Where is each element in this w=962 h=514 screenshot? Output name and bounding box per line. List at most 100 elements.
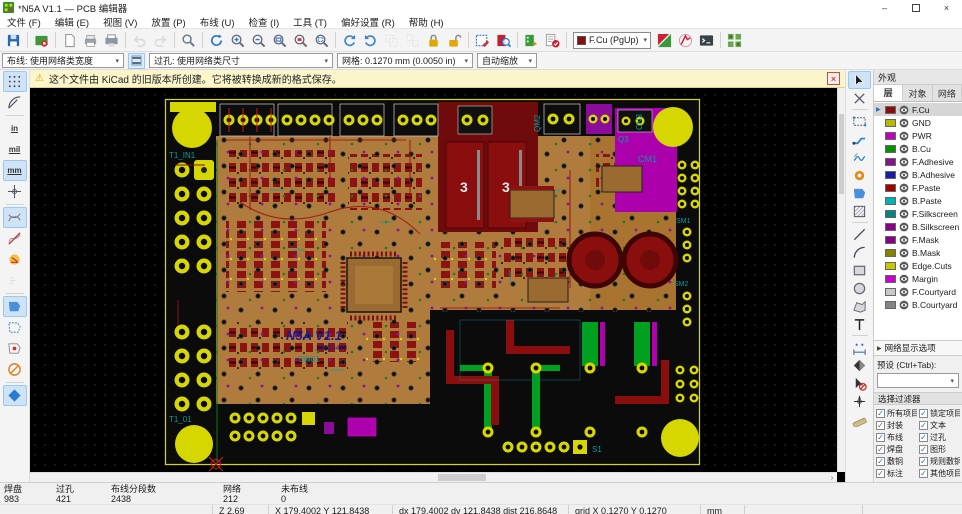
filter-布线[interactable]: ✓布线 xyxy=(876,432,917,443)
checkbox[interactable]: ✓ xyxy=(919,457,928,466)
pcb-board-view[interactable]: 3 3 xyxy=(30,70,845,482)
track-width-select[interactable]: 布线: 使用网络类宽度▾ xyxy=(2,53,124,68)
layer-color-swatch[interactable] xyxy=(885,132,896,140)
checkbox[interactable]: ✓ xyxy=(876,469,885,478)
select-tool-button[interactable] xyxy=(848,71,871,89)
zones-outline-button[interactable] xyxy=(3,317,27,338)
checkbox[interactable]: ✓ xyxy=(876,457,885,466)
draw-circle-button[interactable] xyxy=(848,279,871,297)
layer-row-F.Paste[interactable]: F.Paste xyxy=(874,181,962,194)
grid-visibility-button[interactable] xyxy=(3,71,27,92)
layer-row-F.Mask[interactable]: F.Mask xyxy=(874,233,962,246)
checkbox[interactable]: ✓ xyxy=(919,433,928,442)
local-ratsnest-button[interactable] xyxy=(848,89,871,107)
checkbox[interactable]: ✓ xyxy=(876,409,885,418)
cursor-shape-button[interactable] xyxy=(3,181,27,202)
menu-检[interactable]: 检查 (I) xyxy=(242,15,287,29)
pad-display-button[interactable] xyxy=(3,385,27,406)
add-zone-button[interactable] xyxy=(848,184,871,202)
grid-settings-button[interactable] xyxy=(724,30,745,51)
add-via-button[interactable] xyxy=(848,166,871,184)
layer-color-swatch[interactable] xyxy=(885,301,896,309)
layer-row-PWR[interactable]: PWR xyxy=(874,129,962,142)
layer-color-swatch[interactable] xyxy=(885,145,896,153)
visibility-eye-icon[interactable] xyxy=(899,287,909,297)
canvas-horizontal-scrollbar[interactable]: › xyxy=(30,472,837,482)
zones-filled-button[interactable] xyxy=(3,296,27,317)
presets-select[interactable]: ▾ xyxy=(877,373,959,388)
layer-row-B.Adhesive[interactable]: B.Adhesive xyxy=(874,168,962,181)
tab-nets[interactable]: 网络 xyxy=(933,85,962,101)
zoom-in-button[interactable] xyxy=(227,30,248,51)
canvas-vertical-scrollbar[interactable] xyxy=(837,88,845,472)
layer-color-swatch[interactable] xyxy=(885,223,896,231)
menu-布[interactable]: 布线 (U) xyxy=(193,15,242,29)
layer-color-swatch[interactable] xyxy=(885,275,896,283)
pcb-canvas[interactable]: ⚠ 这个文件由 KiCad 的旧版本所创建。它将被转换成新的格式保存。 × xyxy=(30,70,845,482)
menu-放[interactable]: 放置 (P) xyxy=(144,15,192,29)
filter-焊盘[interactable]: ✓焊盘 xyxy=(876,444,917,455)
units-inch-button[interactable]: in xyxy=(3,118,27,139)
highlight-net-button[interactable] xyxy=(675,30,696,51)
layer-row-F.Adhesive[interactable]: F.Adhesive xyxy=(874,155,962,168)
inspect-footprint-button[interactable] xyxy=(493,30,514,51)
close-button[interactable]: × xyxy=(931,0,962,15)
checkbox[interactable]: ✓ xyxy=(919,469,928,478)
unlock-button[interactable] xyxy=(444,30,465,51)
delete-tool-button[interactable] xyxy=(848,374,871,392)
units-mil-button[interactable]: mil xyxy=(3,139,27,160)
filter-图形[interactable]: ✓图形 xyxy=(919,444,960,455)
page-settings-button[interactable] xyxy=(59,30,80,51)
filter-过孔[interactable]: ✓过孔 xyxy=(919,432,960,443)
layer-pair-button[interactable] xyxy=(654,30,675,51)
measure-button[interactable] xyxy=(848,410,871,428)
visibility-eye-icon[interactable] xyxy=(899,274,909,284)
layer-color-swatch[interactable] xyxy=(885,262,896,270)
print-button[interactable] xyxy=(80,30,101,51)
visibility-eye-icon[interactable] xyxy=(899,105,909,115)
footprint-checker-button[interactable] xyxy=(542,30,563,51)
layer-color-swatch[interactable] xyxy=(885,119,896,127)
layer-color-swatch[interactable] xyxy=(885,249,896,257)
visibility-eye-icon[interactable] xyxy=(899,300,909,310)
menu-编[interactable]: 编辑 (E) xyxy=(48,15,96,29)
add-text-button[interactable] xyxy=(848,315,871,333)
layer-row-B.Courtyard[interactable]: B.Courtyard xyxy=(874,298,962,311)
grid-select[interactable]: 网格: 0.1270 mm (0.0050 in)▾ xyxy=(337,53,473,68)
visibility-eye-icon[interactable] xyxy=(899,248,909,258)
warning-close-icon[interactable]: × xyxy=(827,72,840,85)
polar-coords-button[interactable] xyxy=(3,92,27,113)
search-button[interactable] xyxy=(178,30,199,51)
visibility-eye-icon[interactable] xyxy=(899,222,909,232)
visibility-eye-icon[interactable] xyxy=(899,209,909,219)
filter-锁定项目[interactable]: ✓锁定项目 xyxy=(919,408,960,419)
net-display-options[interactable]: ▶ 网络显示选项 xyxy=(874,340,962,355)
visibility-eye-icon[interactable] xyxy=(899,235,909,245)
checkbox[interactable]: ✓ xyxy=(919,409,928,418)
tab-objects[interactable]: 对象 xyxy=(903,85,932,101)
drc-button[interactable] xyxy=(472,30,493,51)
zoom-objects-button[interactable] xyxy=(290,30,311,51)
scripting-console-button[interactable] xyxy=(696,30,717,51)
layer-row-GND[interactable]: GND xyxy=(874,116,962,129)
layer-color-swatch[interactable] xyxy=(885,184,896,192)
maximize-button[interactable] xyxy=(900,0,931,15)
layer-row-F.Silkscreen[interactable]: F.Silkscreen xyxy=(874,207,962,220)
filter-其他项目[interactable]: ✓其他项目 xyxy=(919,468,960,479)
route-diff-pairs-button[interactable] xyxy=(848,148,871,166)
visibility-eye-icon[interactable] xyxy=(899,131,909,141)
leader-button[interactable] xyxy=(848,356,871,374)
minimize-button[interactable]: – xyxy=(869,0,900,15)
special-tools-button[interactable] xyxy=(848,112,871,130)
rotate-ccw-button[interactable] xyxy=(339,30,360,51)
layer-color-swatch[interactable] xyxy=(885,197,896,205)
layer-color-swatch[interactable] xyxy=(885,236,896,244)
checkbox[interactable]: ✓ xyxy=(919,421,928,430)
menu-视[interactable]: 视图 (V) xyxy=(96,15,144,29)
filter-文本[interactable]: ✓文本 xyxy=(919,420,960,431)
scroll-right-icon[interactable]: › xyxy=(827,473,837,482)
net-highlight-button[interactable] xyxy=(3,249,27,270)
zoom-fit-button[interactable] xyxy=(269,30,290,51)
draw-polygon-button[interactable] xyxy=(848,297,871,315)
zones-hidden-button[interactable] xyxy=(3,338,27,359)
